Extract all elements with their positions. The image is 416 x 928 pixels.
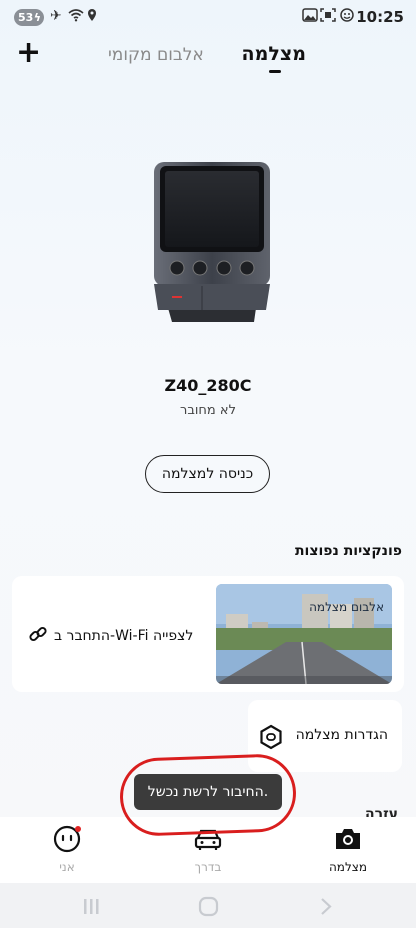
car-icon [194,829,222,850]
battery-level: 53 [18,11,34,24]
status-bar: 53 ϟ ✈ 10:25 [0,0,416,36]
settings-gear-icon [258,724,284,754]
camera-album-thumbnail[interactable]: אלבום מצלמה [216,584,392,684]
add-device-button[interactable]: + [16,38,41,68]
charging-icon: ϟ [33,11,41,24]
connection-status: לא מחובר [180,403,236,418]
wifi-icon [68,8,84,26]
nav-on-road-label: בדרך [194,860,222,874]
thumbnail-label: אלבום מצלמה [309,600,384,614]
camera-settings-card[interactable]: הגדרות מצלמה [248,700,402,772]
tab-camera[interactable]: מצלמה [242,43,306,65]
battery-indicator: 53 ϟ [14,9,44,26]
nav-me[interactable]: אני [27,825,107,874]
home-icon[interactable] [198,896,219,917]
device-name: Z40_280C [164,376,252,395]
link-icon [28,624,48,648]
wifi-connect-row[interactable]: התחבר ב-Wi-Fi לצפייה [28,624,193,648]
camera-icon [336,829,360,849]
nav-me-label: אני [59,860,75,874]
notification-dot [75,826,81,832]
active-tab-indicator [269,70,281,73]
assistant-icon [339,8,355,27]
nav-on-road[interactable]: בדרך [168,825,248,874]
nav-camera[interactable]: מצלמה [308,825,388,874]
camera-settings-label: הגדרות מצלמה [295,727,388,743]
gallery-icon [302,8,318,26]
wifi-connect-label: התחבר ב-Wi-Fi לצפייה [54,628,194,644]
back-icon[interactable] [321,898,332,915]
section-title-common-functions: פונקציות נפוצות [294,543,402,559]
nav-camera-label: מצלמה [328,860,368,874]
recent-apps-icon[interactable] [84,899,99,914]
location-icon [87,8,97,26]
system-navigation-bar [0,883,416,928]
scan-icon [320,8,336,26]
bottom-navigation: אני בדרך מצלמה [0,817,416,883]
tab-local-album[interactable]: אלבום מקומי [108,45,204,65]
clock: 10:25 [356,8,404,26]
dashcam-image [150,160,274,325]
toast-message: החיבור לרשת נכשל. [134,774,282,810]
wifi-connect-card[interactable]: אלבום מצלמה התחבר ב-Wi-Fi לצפייה [12,576,404,692]
airplane-icon: ✈ [50,8,62,24]
enter-camera-button[interactable]: כניסה למצלמה [145,455,270,493]
